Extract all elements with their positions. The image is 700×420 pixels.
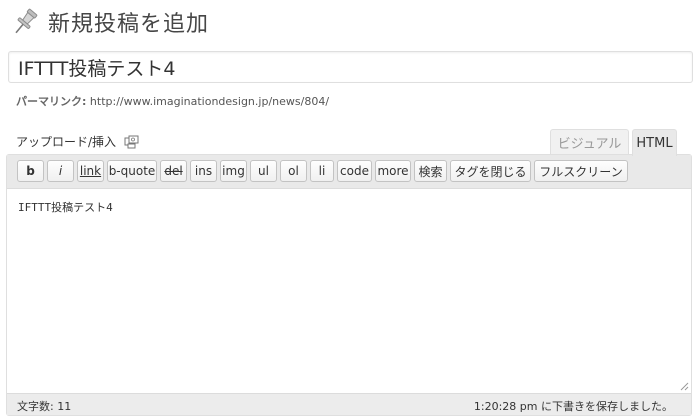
link-button[interactable]: link <box>77 160 104 182</box>
post-content-textarea[interactable]: IFTTT投稿テスト4 <box>7 189 691 393</box>
permalink-url[interactable]: http://www.imaginationdesign.jp/news/804… <box>90 95 329 108</box>
ins-button[interactable]: ins <box>190 160 217 182</box>
quicktags-toolbar: b i link b-quote del ins img ul ol li co… <box>7 155 691 189</box>
page-title: 新規投稿を追加 <box>48 12 210 37</box>
ul-button[interactable]: ul <box>250 160 277 182</box>
italic-button[interactable]: i <box>47 160 74 182</box>
blockquote-button[interactable]: b-quote <box>107 160 157 182</box>
code-button[interactable]: code <box>337 160 372 182</box>
editor-status-bar: 文字数: 11 1:20:28 pm に下書きを保存しました。 <box>7 393 691 415</box>
tab-visual[interactable]: ビジュアル <box>550 129 629 155</box>
tab-html[interactable]: HTML <box>632 129 677 156</box>
img-button[interactable]: img <box>220 160 247 182</box>
close-tags-button[interactable]: タグを閉じる <box>450 160 531 182</box>
resize-handle-icon[interactable] <box>679 381 689 391</box>
del-button[interactable]: del <box>160 160 187 182</box>
fullscreen-button[interactable]: フルスクリーン <box>534 160 628 182</box>
pushpin-icon <box>15 8 38 34</box>
autosave-status: 1:20:28 pm に下書きを保存しました。 <box>473 400 673 413</box>
ol-button[interactable]: ol <box>280 160 307 182</box>
permalink-label: パーマリンク: <box>16 95 87 108</box>
bold-button[interactable]: b <box>17 160 44 182</box>
post-title-input[interactable] <box>8 51 693 83</box>
editor-container: b i link b-quote del ins img ul ol li co… <box>6 154 692 416</box>
upload-insert-label: アップロード/挿入 <box>16 135 117 149</box>
lookup-button[interactable]: 検索 <box>414 160 447 182</box>
media-icon[interactable] <box>124 135 140 149</box>
permalink-row: パーマリンク: http://www.imaginationdesign.jp/… <box>16 93 329 109</box>
upload-insert: アップロード/挿入 <box>16 133 140 150</box>
page-header: 新規投稿を追加 <box>8 4 209 40</box>
word-count: 文字数: 11 <box>17 400 72 413</box>
li-button[interactable]: li <box>310 160 334 182</box>
more-button[interactable]: more <box>375 160 411 182</box>
